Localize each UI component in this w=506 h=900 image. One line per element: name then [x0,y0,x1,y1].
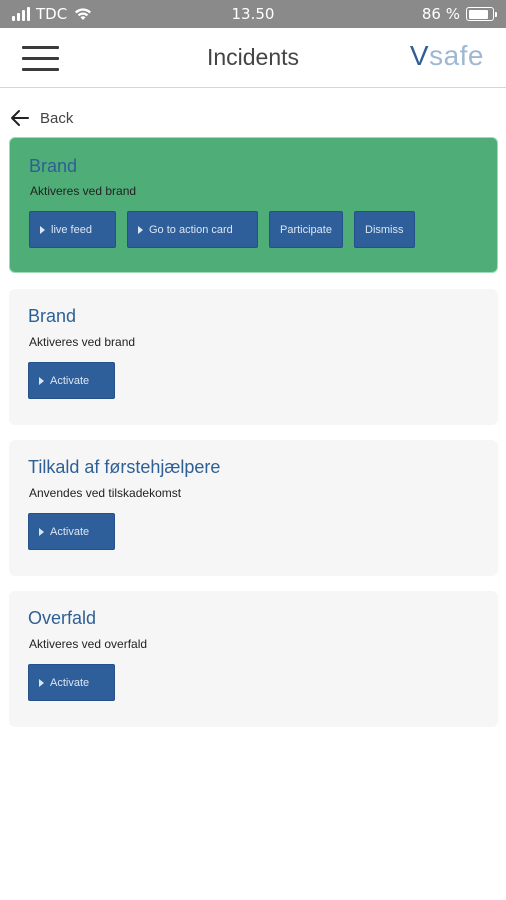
active-incident-card: Brand Aktiveres ved brand live feed Go t… [9,137,498,273]
play-icon [39,376,44,385]
live-feed-button[interactable]: live feed [29,211,116,248]
card-title: Overfald [28,608,97,628]
card-title: Brand [29,156,78,176]
card-description: Aktiveres ved brand [29,335,136,349]
card-title: Brand [28,306,77,326]
logo-rest: safe [429,40,484,71]
card-description: Aktiveres ved brand [30,184,137,198]
back-button[interactable]: Back [10,106,73,130]
activate-button[interactable]: Activate [28,513,115,550]
button-label: live feed [51,223,92,236]
status-right: 86 % [421,5,497,23]
logo-v: V [409,40,430,71]
button-label: Participate [280,223,332,236]
battery-icon [466,7,497,21]
activate-button[interactable]: Activate [28,362,115,399]
button-label: Dismiss [365,223,404,236]
play-icon [40,225,45,234]
vsafe-logo: Vsafe [410,40,484,72]
app-header: Incidents Vsafe [0,28,506,88]
button-label: Activate [50,525,90,538]
battery-level [468,9,489,19]
incident-card: Brand Aktiveres ved brand Activate [9,289,498,425]
card-title: Tilkald af førstehjælpere [28,457,221,477]
action-buttons: live feed Go to action card Participate … [29,211,415,248]
incident-card: Tilkald af førstehjælpere Anvendes ved t… [9,440,498,576]
card-description: Anvendes ved tilskadekomst [29,486,182,500]
participate-button[interactable]: Participate [269,211,343,248]
back-label: Back [40,109,74,127]
incident-card: Overfald Aktiveres ved overfald Activate [9,591,498,727]
action-buttons: Activate [28,362,115,399]
dismiss-button[interactable]: Dismiss [354,211,415,248]
battery-percent: 86 % [421,5,460,23]
play-icon [39,678,44,687]
activate-button[interactable]: Activate [28,664,115,701]
button-label: Activate [50,676,90,689]
action-card-button[interactable]: Go to action card [127,211,258,248]
action-buttons: Activate [28,513,115,550]
play-icon [138,225,143,234]
play-icon [39,527,44,536]
status-bar: TDC 13.50 86 % [0,0,506,28]
button-label: Go to action card [149,223,233,236]
arrow-left-icon [11,110,29,126]
action-buttons: Activate [28,664,115,701]
card-description: Aktiveres ved overfald [29,637,148,651]
button-label: Activate [50,374,90,387]
